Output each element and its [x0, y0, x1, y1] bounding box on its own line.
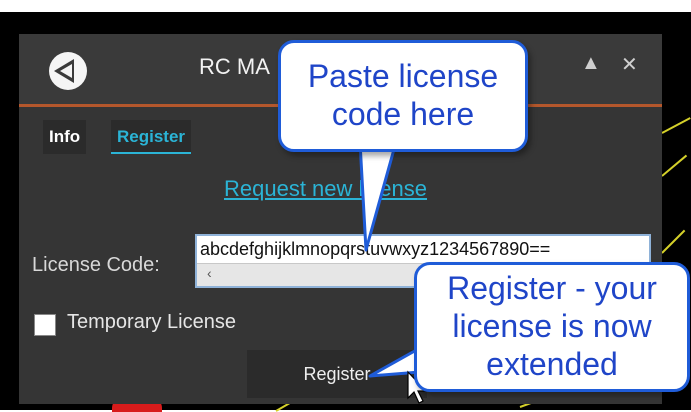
register-button[interactable]: Register: [247, 350, 427, 398]
tab-register[interactable]: Register: [111, 120, 192, 154]
temporary-license-checkbox[interactable]: [34, 314, 56, 336]
app-logo-icon: [49, 52, 87, 90]
callout-register-line: license is now: [452, 308, 652, 344]
callout-paste: Paste license code here: [278, 40, 528, 152]
scroll-left-icon[interactable]: ‹: [207, 265, 212, 281]
request-license-link[interactable]: Request new license: [224, 176, 427, 202]
license-code-label: License Code:: [32, 254, 160, 276]
license-code-value: abcdefghijklmnopqrstuvwxyz1234567890==: [200, 239, 551, 259]
close-button[interactable]: ✕: [621, 52, 638, 77]
callout-register-line: Register - your: [447, 270, 657, 306]
callout-register-line: extended: [486, 346, 618, 382]
callout-register: Register - your license is now extended: [414, 262, 690, 392]
callout-paste-line: code here: [331, 96, 475, 132]
callout-paste-line: Paste license: [307, 58, 499, 94]
window-title: RC MA: [199, 54, 270, 79]
minimize-button[interactable]: ▲: [581, 52, 601, 75]
tab-info[interactable]: Info: [43, 120, 87, 154]
temporary-license-label: Temporary License: [67, 311, 236, 333]
